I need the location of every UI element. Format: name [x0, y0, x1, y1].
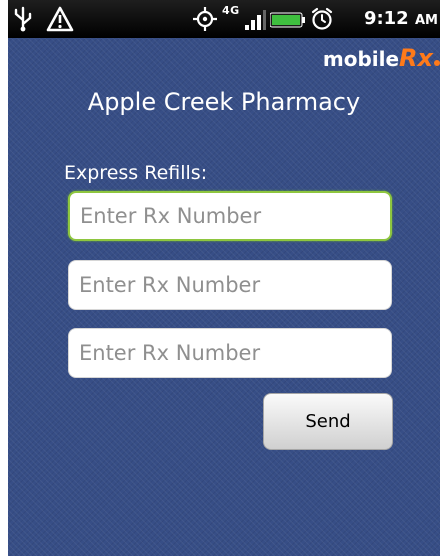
brand-suffix: Rx [399, 44, 433, 72]
brand-logo: mobileRx [323, 44, 440, 72]
pharmacy-name: Apple Creek Pharmacy [87, 88, 361, 116]
status-time-value: 9:12 [363, 8, 409, 29]
express-refills-label: Express Refills: [64, 162, 208, 184]
app-screen: 4G 9:12 AM mobileRx Apple Creek Pharmacy… [8, 0, 440, 556]
status-time: 9:12 AM [364, 8, 438, 29]
brand-prefix: mobile [322, 47, 400, 71]
gps-icon [193, 7, 217, 31]
status-time-ampm: AM [415, 13, 438, 28]
status-bar: 4G 9:12 AM [8, 0, 440, 38]
send-button[interactable]: Send [263, 393, 393, 450]
alarm-icon [311, 7, 333, 30]
signal-icon [245, 10, 266, 30]
rx-number-input-1[interactable] [68, 191, 392, 241]
warning-icon [46, 6, 74, 32]
rx-number-input-2[interactable] [68, 260, 392, 310]
brand-dot [434, 60, 440, 66]
network-label: 4G [222, 4, 240, 17]
battery-icon [270, 12, 305, 28]
rx-number-input-3[interactable] [68, 328, 392, 378]
usb-icon [14, 6, 32, 32]
network-4g-icon: 4G [222, 4, 240, 17]
